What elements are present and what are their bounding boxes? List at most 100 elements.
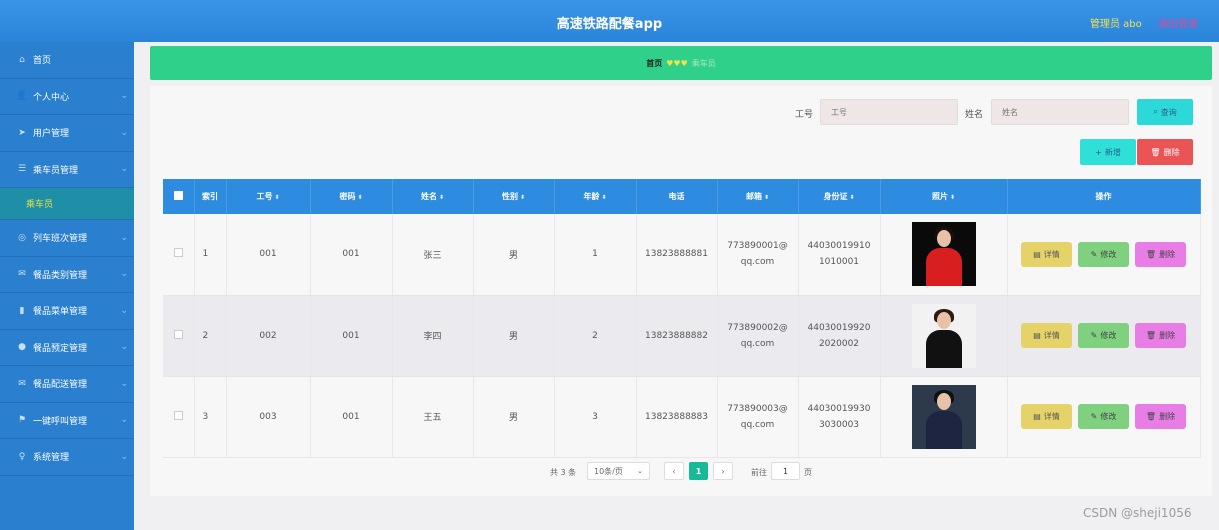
sidebar-item-0[interactable]: ⌂ 首页 xyxy=(0,42,134,79)
trash-icon: 🗑 xyxy=(1150,147,1161,157)
bulk-delete-button[interactable]: 🗑 删除 xyxy=(1137,139,1193,165)
app-title: 高速铁路配餐app xyxy=(556,17,663,32)
admin-username: 管理员 abo xyxy=(1090,19,1142,30)
row-select-cell[interactable] xyxy=(163,295,195,377)
sort-icon[interactable]: ⬍ xyxy=(950,194,955,201)
page-1-button[interactable]: 1 xyxy=(689,462,708,480)
edit-button[interactable]: ✎ 修改 xyxy=(1078,323,1129,348)
row-checkbox[interactable] xyxy=(173,329,183,339)
home-icon: ⌂ xyxy=(19,54,25,65)
column-header-label: 索引 xyxy=(202,192,218,201)
column-header-2[interactable]: 密码 ⬍ xyxy=(310,179,393,214)
column-header-7[interactable]: 邮箱 ⬍ xyxy=(717,179,799,214)
detail-button[interactable]: ▤ 详情 xyxy=(1021,323,1072,348)
flag-icon: ⚑ xyxy=(17,415,27,426)
name-label: 姓名 xyxy=(965,110,984,120)
column-header-9[interactable]: 照片 ⬍ xyxy=(880,179,1008,214)
logout-link[interactable]: 退出登录 xyxy=(1158,15,1198,30)
sidebar-item-label: 餐品配送管理 xyxy=(33,380,88,391)
cell-phone: 13823888883 xyxy=(636,376,718,458)
chevron-down-icon: ⌄ xyxy=(120,269,128,280)
edit-button-label: 修改 xyxy=(1100,249,1117,259)
goto-page-input[interactable]: 1 xyxy=(771,462,800,480)
cell-photo xyxy=(880,214,1008,296)
column-header-0: 索引 xyxy=(194,179,227,214)
sort-icon[interactable]: ⬍ xyxy=(357,194,362,201)
delete-button-label: 删除 xyxy=(1159,412,1176,421)
sidebar-item-2[interactable]: ➤ 用户管理 ⌄ xyxy=(0,115,134,152)
sidebar-item-7[interactable]: ▮ 餐品菜单管理 ⌄ xyxy=(0,293,134,330)
watermark: CSDN @sheji1056 xyxy=(1083,506,1192,520)
sort-icon[interactable]: ⬍ xyxy=(439,194,444,201)
sidebar-item-1[interactable]: 👤 个人中心 ⌄ xyxy=(0,79,134,115)
pencil-icon: ✎ xyxy=(1090,249,1098,259)
cell-name: 李四 xyxy=(392,295,474,377)
search-button[interactable]: ⌕ 查询 xyxy=(1137,99,1193,125)
column-header-label: 工号 xyxy=(256,192,273,201)
sort-icon[interactable]: ⬍ xyxy=(601,194,606,201)
sidebar-item-8[interactable]: ● 餐品预定管理 ⌄ xyxy=(0,330,134,366)
row-select-cell[interactable] xyxy=(163,214,195,296)
cell-email: 773890001@qq.com xyxy=(717,214,799,296)
column-header-4[interactable]: 性别 ⬍ xyxy=(473,179,555,214)
trash-icon: 🗑 xyxy=(1145,412,1157,421)
add-button-label: 新增 xyxy=(1104,147,1121,157)
sidebar-item-10[interactable]: ⚑ 一键呼叫管理 ⌄ xyxy=(0,403,134,439)
column-header-1[interactable]: 工号 ⬍ xyxy=(226,179,311,214)
sidebar-item-3[interactable]: ☰ 乘车员管理 ⌄ xyxy=(0,152,134,188)
page-size-select[interactable]: 10条/页 ⌄ xyxy=(587,462,650,480)
prev-page-button[interactable]: ‹ xyxy=(664,462,684,480)
sidebar-item-9[interactable]: ✉ 餐品配送管理 ⌄ xyxy=(0,366,134,403)
edit-button-label: 修改 xyxy=(1100,331,1117,340)
edit-button[interactable]: ✎ 修改 xyxy=(1078,404,1129,429)
next-page-button[interactable]: › xyxy=(713,462,733,480)
column-header-5[interactable]: 年龄 ⬍ xyxy=(554,179,637,214)
sort-icon[interactable]: ⬍ xyxy=(849,194,854,201)
globe-icon: ◎ xyxy=(18,232,26,243)
detail-button[interactable]: ▤ 详情 xyxy=(1021,404,1072,429)
sidebar-subitem-conductor[interactable]: 乘车员 xyxy=(0,188,134,220)
sidebar-item-5[interactable]: ◎ 列车班次管理 ⌄ xyxy=(0,220,134,257)
select-all-checkbox[interactable] xyxy=(173,191,183,200)
sidebar-item-label: 餐品类别管理 xyxy=(33,270,88,281)
cell-actions: ▤ 详情 ✎ 修改 🗑 删除 xyxy=(1007,214,1201,296)
user-icon: 👤 xyxy=(16,91,28,102)
edit-button[interactable]: ✎ 修改 xyxy=(1078,241,1129,267)
cell-id: 001 xyxy=(226,214,311,296)
column-header-3[interactable]: 姓名 ⬍ xyxy=(392,179,474,214)
table-body: 1 001 001 张三男 1 13823888881 773890001@qq.com 44… xyxy=(163,214,1201,458)
sidebar-item-label: 乘车员管理 xyxy=(33,165,79,176)
row-checkbox[interactable] xyxy=(173,248,183,258)
delete-button[interactable]: 🗑 删除 xyxy=(1135,323,1186,348)
chevron-left-icon: ‹ xyxy=(672,466,676,476)
delete-button[interactable]: 🗑 删除 xyxy=(1135,241,1186,267)
location-icon: ● xyxy=(18,342,26,353)
chart-icon: ▮ xyxy=(19,305,25,316)
job-id-input[interactable] xyxy=(820,99,958,125)
select-all-header[interactable] xyxy=(163,179,195,214)
breadcrumb-home[interactable]: 首页 xyxy=(646,58,662,69)
name-input[interactable] xyxy=(991,99,1129,125)
cell-age: 2 xyxy=(554,295,637,377)
total-count: 共 3 条 xyxy=(550,468,577,477)
sidebar-item-6[interactable]: ✉ 餐品类别管理 ⌄ xyxy=(0,257,134,293)
column-header-label: 照片 xyxy=(931,192,948,201)
chevron-down-icon: ⌄ xyxy=(120,232,128,243)
detail-button[interactable]: ▤ 详情 xyxy=(1021,241,1072,267)
sort-icon[interactable]: ⬍ xyxy=(520,194,525,201)
search-icon: ⌕ xyxy=(1153,107,1158,116)
add-button[interactable]: + 新增 xyxy=(1080,139,1136,165)
plus-icon: + xyxy=(1095,147,1102,157)
row-checkbox[interactable] xyxy=(173,410,183,420)
sort-icon[interactable]: ⬍ xyxy=(274,194,279,201)
cell-idcard: 440300199101010001 xyxy=(798,214,881,296)
column-header-8[interactable]: 身份证 ⬍ xyxy=(798,179,881,214)
sort-icon[interactable]: ⬍ xyxy=(764,194,769,201)
row-select-cell[interactable] xyxy=(163,376,195,458)
cell-age: 3 xyxy=(554,376,637,458)
delete-button-label: 删除 xyxy=(1159,331,1176,340)
table-row: 2 002 001 李四男 2 13823888882 773890002@qq.com 44… xyxy=(163,295,1201,377)
document-icon: ▤ xyxy=(1033,412,1041,421)
chevron-down-icon: ⌄ xyxy=(120,451,128,462)
delete-button[interactable]: 🗑 删除 xyxy=(1135,404,1186,429)
